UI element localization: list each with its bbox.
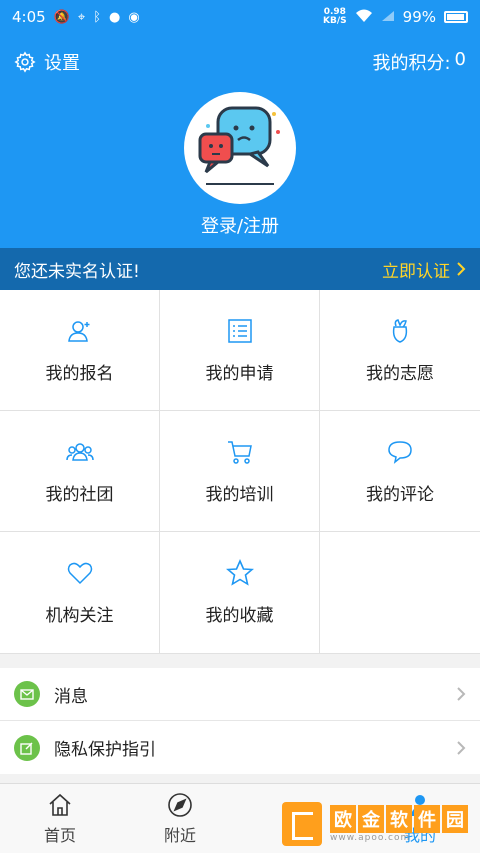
verification-banner[interactable]: 您还未实名认证! 立即认证 — [0, 248, 480, 290]
watermark: 欧 金 软 件 园 www.apoo.com — [282, 798, 472, 850]
clock: 4:05 — [12, 8, 46, 26]
network-speed: 0.98 KB/S — [323, 7, 347, 26]
battery-icon — [444, 11, 468, 23]
grid-item-application[interactable]: 我的申请 — [160, 290, 320, 411]
signal-icon — [381, 10, 395, 25]
list-icon — [227, 318, 252, 343]
tab-nearby[interactable]: 附近 — [120, 784, 240, 853]
app-icon: ◉ — [128, 9, 140, 25]
grid-item-registration[interactable]: 我的报名 — [0, 290, 160, 411]
chevron-right-icon — [457, 740, 466, 755]
grid-item-club[interactable]: 我的社团 — [0, 411, 160, 532]
location-icon: ⌖ — [77, 9, 86, 25]
group-icon — [65, 442, 94, 461]
comment-icon — [388, 440, 412, 464]
grid-item-training[interactable]: 我的培训 — [160, 411, 320, 532]
battery-percent: 99% — [402, 8, 436, 26]
bluetooth-icon: ᛒ — [93, 9, 102, 25]
status-bar: 4:05 🔕 ⌖ ᛒ ● ◉ 0.98 KB/S 99% — [0, 0, 480, 34]
mail-icon — [14, 681, 40, 707]
watermark-url: www.apoo.com — [330, 833, 411, 843]
feature-grid: 我的报名 我的申请 我的志愿 我的社团 我的培训 我的评论 机构关注 我的收藏 — [0, 290, 480, 654]
points-value: 0 — [454, 49, 466, 70]
tab-home[interactable]: 首页 — [0, 784, 120, 853]
chevron-right-icon — [457, 262, 466, 276]
navigate-icon — [168, 792, 192, 817]
profile-header: 4:05 🔕 ⌖ ᛒ ● ◉ 0.98 KB/S 99% 设置 我的积分: 0 … — [0, 0, 480, 248]
avatar[interactable] — [184, 92, 296, 204]
settings-label: 设置 — [44, 53, 80, 74]
points-display[interactable]: 我的积分: 0 — [372, 49, 466, 75]
chat-bubbles-icon — [198, 106, 280, 185]
chevron-right-icon — [457, 687, 466, 701]
wifi-icon — [355, 9, 373, 26]
grid-item-volunteer[interactable]: 我的志愿 — [320, 290, 480, 411]
grid-item-favorites[interactable]: 我的收藏 — [160, 532, 320, 654]
grid-item-followed-orgs[interactable]: 机构关注 — [0, 532, 160, 654]
edit-icon — [14, 734, 40, 761]
home-icon — [49, 793, 71, 816]
cart-icon — [227, 440, 252, 464]
bell-off-icon: 🔕 — [53, 9, 70, 25]
menu-list: 消息 隐私保护指引 — [0, 668, 480, 774]
heart-icon — [67, 562, 92, 585]
star-icon — [225, 559, 254, 586]
points-label: 我的积分: — [372, 53, 451, 74]
gear-icon — [14, 51, 36, 73]
qq-icon: ● — [109, 9, 121, 25]
login-register-link[interactable]: 登录/注册 — [0, 212, 480, 238]
grid-item-comments[interactable]: 我的评论 — [320, 411, 480, 532]
list-item-privacy[interactable]: 隐私保护指引 — [0, 721, 480, 774]
flower-icon — [392, 318, 408, 343]
watermark-logo — [282, 802, 322, 846]
grid-empty-cell — [320, 532, 480, 654]
verify-action-label: 立即认证 — [382, 261, 450, 282]
settings-button[interactable]: 设置 — [14, 49, 80, 75]
list-item-messages[interactable]: 消息 — [0, 668, 480, 721]
user-plus-icon — [67, 320, 89, 342]
verify-now-link[interactable]: 立即认证 — [382, 257, 466, 282]
verify-message: 您还未实名认证! — [14, 261, 140, 282]
